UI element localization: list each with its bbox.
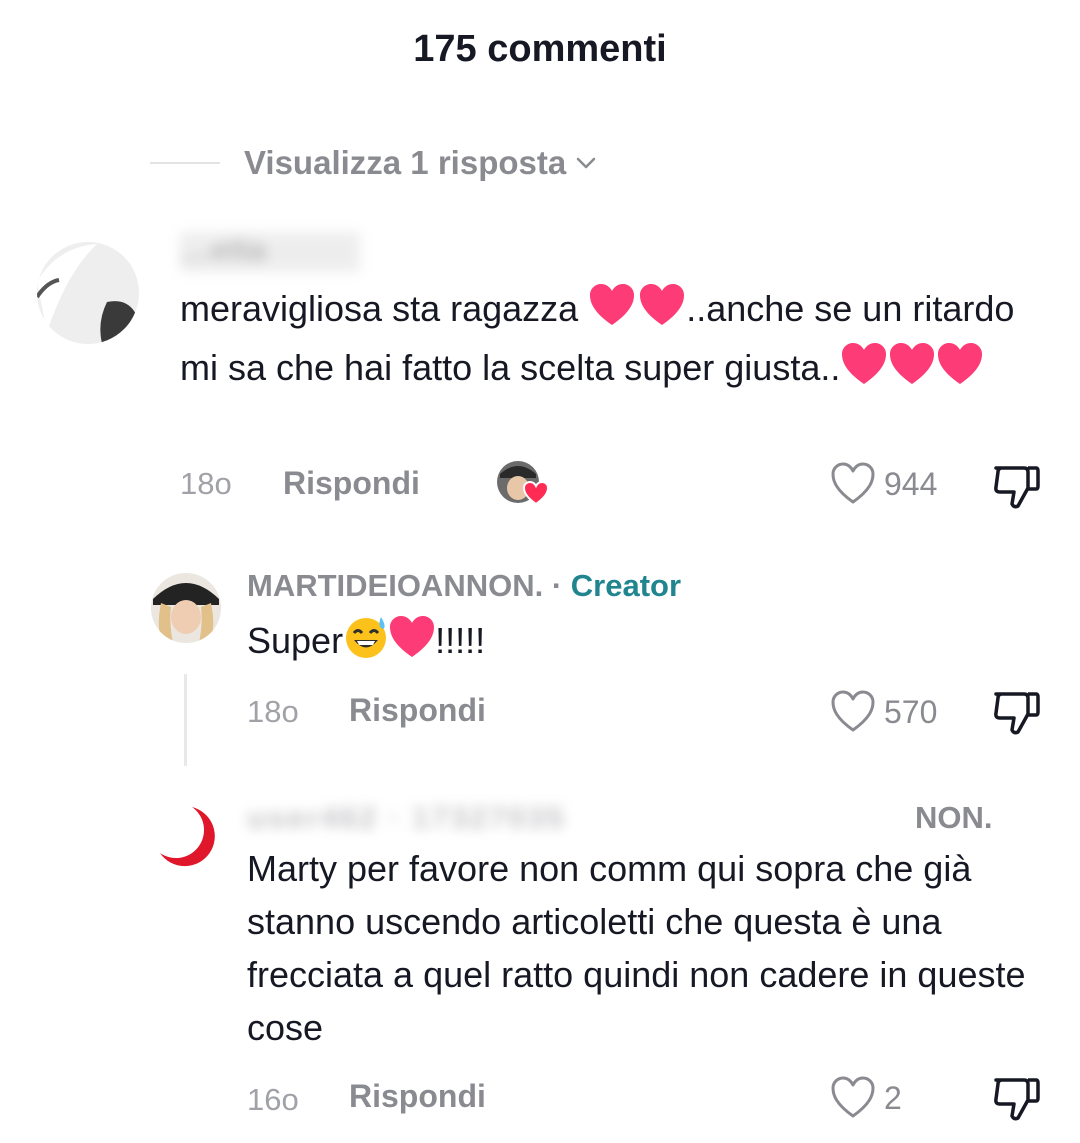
comment-text: meravigliosa sta ragazza ..anche se un r…	[180, 282, 1040, 400]
comment-text-part: meravigliosa sta ragazza	[180, 288, 589, 329]
dislike-icon	[994, 1078, 1040, 1121]
view-replies-button[interactable]: Visualizza 1 risposta	[150, 140, 598, 186]
pink-heart-emoji	[389, 615, 435, 673]
creator-badge: Creator	[570, 568, 682, 603]
like-count: 944	[884, 465, 938, 502]
avatar-image	[151, 573, 221, 643]
avatar[interactable]	[37, 242, 139, 344]
dislike-icon	[994, 466, 1040, 509]
avatar[interactable]	[152, 801, 222, 871]
dislike-button[interactable]	[990, 1074, 1042, 1127]
sweat-smile-emoji	[343, 615, 389, 673]
username-text: MARTIDEIOANNON.	[247, 568, 544, 603]
comment-time: 16o	[247, 1082, 299, 1117]
pink-heart-emoji	[588, 283, 686, 341]
reply-button[interactable]: Rispondi	[349, 692, 486, 729]
heart-outline-icon	[831, 690, 875, 732]
creator-liked-avatar	[496, 460, 552, 506]
comment-text: Super!!!!!	[247, 614, 485, 673]
heart-outline-icon	[831, 462, 875, 504]
reply-username[interactable]: user462 · 17327035 NON.	[247, 800, 1007, 836]
reply-button[interactable]: Rispondi	[349, 1078, 486, 1115]
like-count: 2	[884, 1079, 902, 1116]
comments-count-title: 175 commenti	[413, 28, 667, 70]
comment-text: Marty per favore non comm qui sopra che …	[247, 848, 1026, 1048]
username-text: NON.	[915, 800, 993, 835]
like-button[interactable]: 570	[830, 690, 937, 734]
comment-text-part: Super	[247, 620, 344, 661]
username-text: user462 · 17327035	[247, 800, 566, 835]
creator-avatar[interactable]	[151, 573, 221, 643]
like-count: 570	[884, 693, 938, 730]
comment-time: 18o	[247, 694, 299, 729]
comment-time: 18o	[180, 466, 232, 501]
pink-heart-emoji	[840, 342, 986, 400]
reply-button[interactable]: Rispondi	[283, 465, 420, 502]
like-button[interactable]: 944	[830, 462, 937, 506]
badge-separator: ·	[543, 568, 571, 603]
dislike-icon	[994, 692, 1040, 735]
dislike-button[interactable]	[990, 462, 1042, 515]
thread-line	[184, 674, 187, 766]
divider-line	[150, 162, 220, 164]
comment-text-part: !!!!!	[435, 620, 486, 661]
avatar-image	[152, 801, 222, 871]
chevron-down-icon	[576, 157, 596, 169]
creator-username[interactable]: MARTIDEIOANNON. · Creator	[247, 568, 681, 604]
heart-outline-icon	[831, 1076, 875, 1118]
like-button[interactable]: 2	[830, 1076, 902, 1120]
view-replies-label: Visualizza 1 risposta	[244, 144, 567, 181]
dislike-button[interactable]	[990, 688, 1042, 741]
comment-username[interactable]: …etta	[180, 232, 360, 272]
avatar-image	[37, 242, 139, 344]
